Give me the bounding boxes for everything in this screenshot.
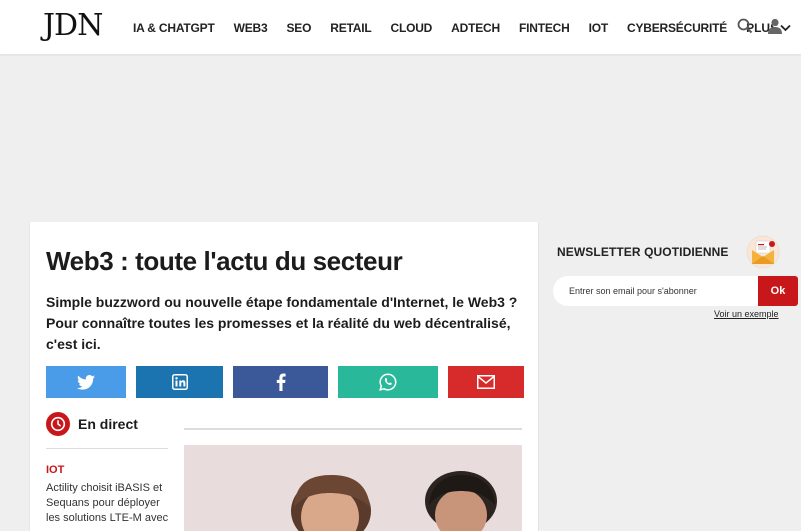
- newsletter-example-link[interactable]: Voir un exemple: [714, 309, 779, 319]
- nav-item-adtech[interactable]: ADTECH: [451, 21, 500, 35]
- newsletter-submit-button[interactable]: Ok: [758, 276, 798, 306]
- share-buttons: [46, 366, 524, 398]
- ad-banner-placeholder: [0, 56, 801, 222]
- newsletter-form: Ok: [553, 276, 798, 306]
- featured-article-image[interactable]: [184, 445, 522, 531]
- article-divider: [184, 428, 522, 430]
- nav-item-ia-chatgpt[interactable]: IA & CHATGPT: [133, 21, 215, 35]
- nav-item-fintech[interactable]: FINTECH: [519, 21, 570, 35]
- nav-item-cybersecurite[interactable]: CYBERSÉCURITÉ: [627, 21, 727, 35]
- live-divider: [46, 448, 168, 449]
- live-clock-icon: [46, 412, 70, 436]
- live-header: En direct: [46, 412, 138, 436]
- user-icon[interactable]: [767, 18, 783, 34]
- site-logo[interactable]: JDN: [43, 10, 103, 42]
- live-label: En direct: [78, 416, 138, 432]
- newsletter-email-input[interactable]: [553, 276, 758, 306]
- search-icon[interactable]: [737, 18, 753, 34]
- share-email-button[interactable]: [448, 366, 524, 398]
- nav-item-cloud[interactable]: CLOUD: [390, 21, 432, 35]
- nav-item-iot[interactable]: IOT: [589, 21, 609, 35]
- sidebar: NEWSLETTER QUOTIDIENNE Ok Voir un exempl…: [538, 222, 801, 531]
- nav-item-web3[interactable]: WEB3: [234, 21, 268, 35]
- share-twitter-button[interactable]: [46, 366, 126, 398]
- main-content: Web3 : toute l'actu du secteur Simple bu…: [29, 222, 538, 531]
- page-intro: Simple buzzword ou nouvelle étape fondam…: [46, 294, 518, 352]
- nav-item-retail[interactable]: RETAIL: [330, 21, 371, 35]
- nav-item-seo[interactable]: SEO: [286, 21, 311, 35]
- newsletter-title: NEWSLETTER QUOTIDIENNE: [557, 245, 729, 259]
- whatsapp-icon: [379, 373, 397, 391]
- newsletter-envelope-icon: [746, 235, 780, 269]
- twitter-icon: [77, 374, 95, 390]
- live-item-headline[interactable]: Actility choisit iBASIS et Sequans pour …: [46, 481, 174, 526]
- main-nav: IA & CHATGPT WEB3 SEO RETAIL CLOUD ADTEC…: [133, 0, 791, 55]
- live-item-category[interactable]: IOT: [46, 464, 64, 476]
- share-facebook-button[interactable]: [233, 366, 328, 398]
- share-whatsapp-button[interactable]: [338, 366, 438, 398]
- email-icon: [477, 375, 495, 389]
- linkedin-icon: [171, 374, 188, 390]
- share-linkedin-button[interactable]: [136, 366, 223, 398]
- page-title: Web3 : toute l'actu du secteur: [46, 246, 403, 276]
- top-navigation-bar: JDN IA & CHATGPT WEB3 SEO RETAIL CLOUD A…: [0, 0, 801, 55]
- facebook-icon: [276, 373, 286, 391]
